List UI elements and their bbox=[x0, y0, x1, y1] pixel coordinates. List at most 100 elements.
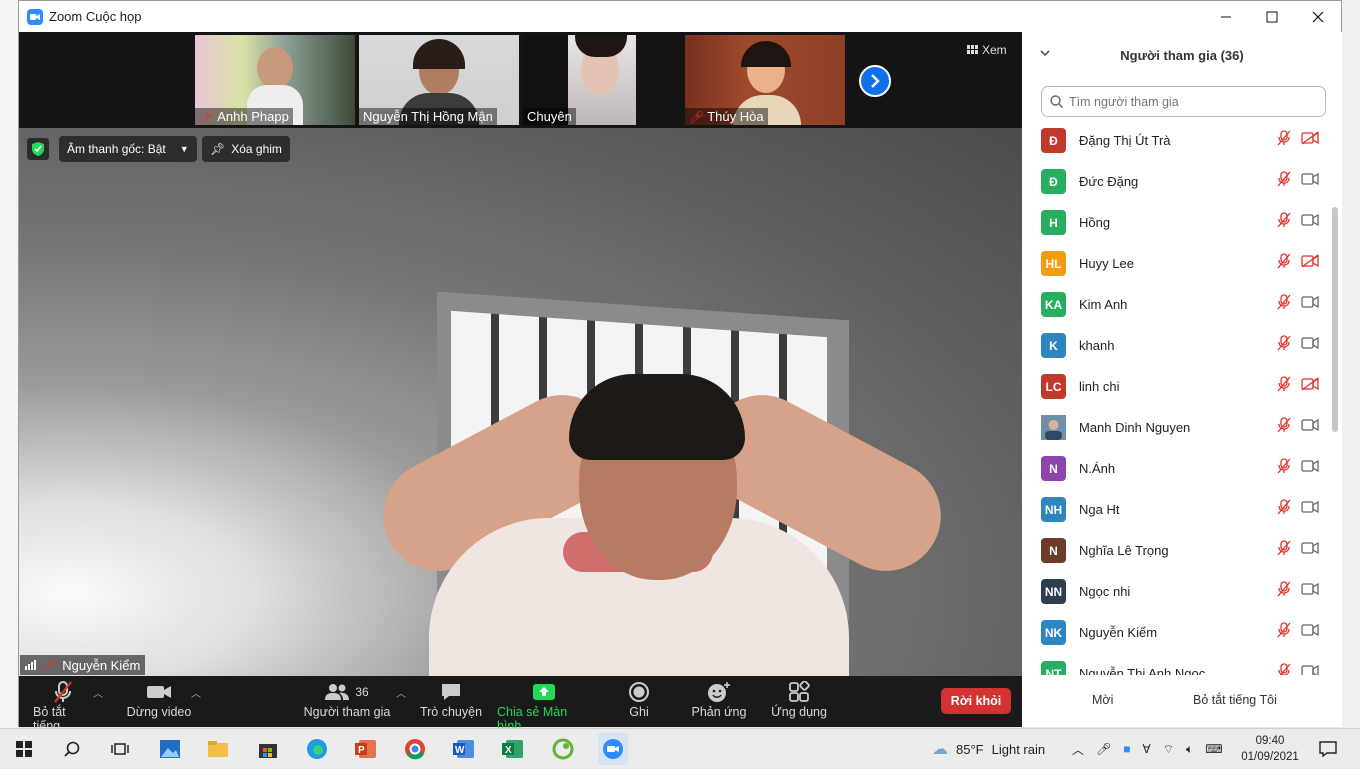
volume-icon[interactable]: 🔈︎ bbox=[1186, 742, 1193, 757]
caret-down-icon[interactable]: ▼ bbox=[180, 144, 189, 154]
input-method-icon[interactable]: ⌨︎ bbox=[1205, 742, 1222, 756]
participant-row[interactable]: NH Nga Ht bbox=[1022, 489, 1332, 530]
participant-avatar: NN bbox=[1041, 579, 1066, 604]
stop-video-button[interactable]: Dừng video bbox=[124, 679, 194, 719]
participant-row[interactable]: N N.Ánh bbox=[1022, 448, 1332, 489]
microphone-icon[interactable]: 🎤︎ bbox=[1096, 742, 1111, 756]
apps-button[interactable]: Ứng dụng bbox=[767, 679, 831, 719]
clock-date: 01/09/2021 bbox=[1241, 751, 1299, 763]
muted-mic-icon bbox=[1276, 294, 1292, 315]
notifications-icon[interactable] bbox=[1316, 737, 1340, 761]
pin-icon: 📌︎ bbox=[210, 142, 226, 156]
weather-temperature: 85°F bbox=[956, 741, 984, 757]
video-thumbnail[interactable]: Nguyễn Thị Hồng Mận bbox=[359, 35, 519, 125]
photos-app-icon[interactable] bbox=[158, 737, 182, 761]
muted-mic-icon: 🎤︎ bbox=[42, 658, 58, 672]
edge-browser-icon[interactable] bbox=[305, 737, 329, 761]
excel-icon[interactable]: X bbox=[501, 737, 525, 761]
participant-row[interactable]: N Nghĩa Lê Trọng bbox=[1022, 530, 1332, 571]
participant-row[interactable]: NN Ngọc nhi bbox=[1022, 571, 1332, 612]
security-shield-icon[interactable] bbox=[27, 138, 49, 160]
chrome-icon[interactable] bbox=[403, 737, 427, 761]
participant-avatar: HL bbox=[1041, 251, 1066, 276]
vpn-icon[interactable]: ∀ bbox=[1143, 742, 1151, 756]
show-hidden-icons-chevron-icon[interactable]: ︿ bbox=[1072, 741, 1084, 758]
video-options-caret[interactable]: ︿ bbox=[191, 685, 201, 700]
close-button[interactable] bbox=[1295, 1, 1341, 32]
participant-row[interactable]: KA Kim Anh bbox=[1022, 284, 1332, 325]
participant-row[interactable]: Đ Đức Đặng bbox=[1022, 161, 1332, 202]
muted-mic-icon bbox=[1276, 581, 1292, 602]
system-clock[interactable]: 09:40 01/09/2021 bbox=[1240, 733, 1300, 765]
video-off-icon bbox=[1301, 131, 1319, 150]
participant-row[interactable]: H Hồng bbox=[1022, 202, 1332, 243]
reactions-button[interactable]: Phản ứng bbox=[689, 679, 749, 719]
speaker-name: Nguyễn Kiểm bbox=[62, 657, 141, 673]
participant-row[interactable]: Kkhanh bbox=[1022, 325, 1332, 366]
video-camera-icon bbox=[146, 679, 172, 705]
store-icon[interactable] bbox=[256, 737, 280, 761]
system-tray: ︿ 🎤︎ ■ ∀ ⌔ 🔈︎ ⌨︎ bbox=[1072, 729, 1223, 769]
video-off-icon bbox=[1301, 377, 1319, 396]
muted-mic-icon bbox=[1276, 458, 1292, 479]
participants-label: Người tham gia bbox=[303, 705, 391, 719]
windows-start-icon[interactable] bbox=[12, 737, 36, 761]
search-participants-box[interactable] bbox=[1041, 86, 1326, 117]
participant-avatar: Đ bbox=[1041, 169, 1066, 194]
zoom-tray-icon[interactable]: ■ bbox=[1123, 742, 1130, 756]
participants-button[interactable]: 36 Người tham gia bbox=[303, 679, 391, 719]
unmute-me-button[interactable]: Bỏ tắt tiếng Tôi bbox=[1193, 693, 1277, 707]
speaker-name-tag: 🎤︎ Nguyễn Kiểm bbox=[20, 655, 146, 675]
video-thumbnail[interactable]: 🎤︎ Anhh Phapp bbox=[195, 35, 355, 125]
mute-button[interactable]: Bỏ tắt tiếng bbox=[33, 679, 93, 733]
leave-meeting-button[interactable]: Rời khỏi bbox=[941, 688, 1011, 714]
muted-mic-icon bbox=[1276, 663, 1292, 675]
chat-bubble-icon bbox=[440, 679, 462, 705]
participant-row[interactable]: NT Nguyễn Thị Anh Ngọc bbox=[1022, 653, 1332, 675]
record-label: Ghi bbox=[629, 705, 649, 719]
video-thumbnail[interactable]: Chuyên bbox=[523, 35, 636, 125]
participants-options-caret[interactable]: ︿ bbox=[396, 685, 406, 700]
unpin-button[interactable]: 📌︎ Xóa ghim bbox=[202, 136, 290, 162]
search-icon[interactable] bbox=[60, 737, 84, 761]
panel-header: Người tham gia (36) bbox=[1022, 32, 1342, 78]
participant-row[interactable]: Đ Đặng Thị Út Trà bbox=[1022, 120, 1332, 161]
original-sound-toggle[interactable]: Âm thanh gốc: Bật ▼ bbox=[59, 136, 197, 162]
view-button[interactable]: Xem bbox=[967, 43, 1007, 57]
coccoc-browser-icon[interactable] bbox=[551, 737, 575, 761]
participants-panel: Người tham gia (36) Đ Đặng Thị Út Trà Đ Đức… bbox=[1022, 32, 1342, 727]
weather-widget[interactable]: ☁︎ 85°F Light rain bbox=[932, 729, 1045, 769]
share-screen-button[interactable]: Chia sẻ Màn hình bbox=[497, 679, 591, 733]
original-sound-label: Âm thanh gốc: Bật bbox=[67, 142, 166, 156]
zoom-meeting-window: Zoom Cuộc họp 🎤︎ Anhh Phapp Nguyễn Thị H… bbox=[18, 0, 1342, 733]
video-thumbnail[interactable]: 🎤︎ Thúy Hòa bbox=[685, 35, 845, 125]
network-icon[interactable]: ⌔ bbox=[1163, 742, 1174, 757]
chat-label: Trò chuyện bbox=[419, 705, 483, 719]
search-participants-input[interactable] bbox=[1069, 94, 1309, 109]
powerpoint-icon[interactable]: P bbox=[354, 737, 378, 761]
minimize-button[interactable] bbox=[1203, 1, 1249, 32]
word-icon[interactable]: W bbox=[452, 737, 476, 761]
zoom-app-icon[interactable] bbox=[598, 733, 628, 765]
invite-button[interactable]: Mời bbox=[1092, 693, 1113, 707]
participant-row[interactable]: NK Nguyễn Kiểm bbox=[1022, 612, 1332, 653]
mute-options-caret[interactable]: ︿ bbox=[93, 685, 103, 700]
chat-button[interactable]: Trò chuyện bbox=[419, 679, 483, 719]
file-explorer-icon[interactable] bbox=[206, 737, 230, 761]
record-button[interactable]: Ghi bbox=[619, 679, 659, 719]
maximize-button[interactable] bbox=[1249, 1, 1295, 32]
participant-list-scrollbar[interactable] bbox=[1332, 207, 1338, 432]
muted-mic-icon bbox=[1276, 253, 1292, 274]
thumbnail-name-tag: Chuyên bbox=[523, 108, 576, 125]
next-page-button[interactable] bbox=[859, 65, 891, 97]
record-icon bbox=[628, 679, 650, 705]
participant-row[interactable]: Manh Dinh Nguyen bbox=[1022, 407, 1332, 448]
participant-row[interactable]: LC linh chi bbox=[1022, 366, 1332, 407]
muted-mic-icon bbox=[1276, 417, 1292, 438]
participant-name: Huyy Lee bbox=[1079, 256, 1134, 271]
participant-name: Kim Anh bbox=[1079, 297, 1128, 312]
thumbnail-name: Anhh Phapp bbox=[217, 109, 289, 124]
task-view-icon[interactable] bbox=[108, 737, 132, 761]
participant-row[interactable]: HL Huyy Lee bbox=[1022, 243, 1332, 284]
collapse-chevron-icon[interactable] bbox=[1040, 46, 1050, 60]
